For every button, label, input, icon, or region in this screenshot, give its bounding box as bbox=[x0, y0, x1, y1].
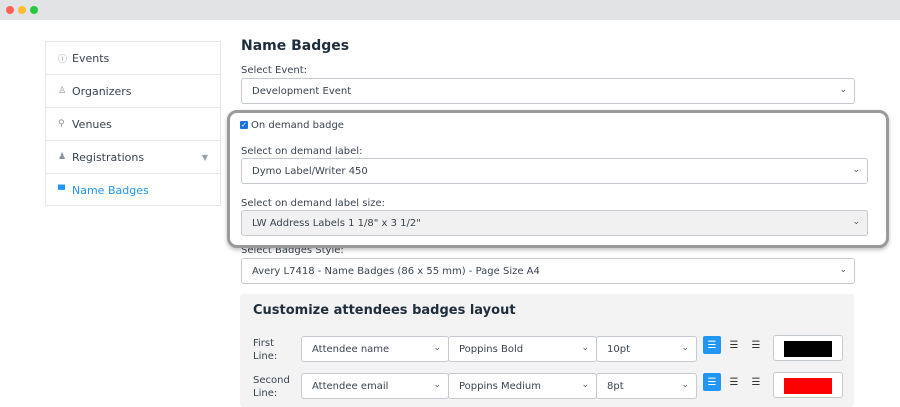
on-demand-size-label: Select on demand label size: bbox=[241, 198, 386, 209]
window-titlebar bbox=[0, 0, 900, 20]
second-line-font-select[interactable]: Poppins Medium ⌄ bbox=[448, 373, 597, 399]
color-swatch bbox=[784, 341, 832, 357]
badges-style-select[interactable]: Avery L7418 - Name Badges (86 x 55 mm) -… bbox=[241, 258, 855, 284]
second-line-font-value: Poppins Medium bbox=[459, 380, 541, 392]
on-demand-checkbox[interactable]: ✓ bbox=[240, 121, 248, 129]
chevron-down-icon: ⌄ bbox=[839, 85, 847, 95]
event-select-value: Development Event bbox=[252, 85, 352, 97]
sidebar-nav: ⓘ Events ♙ Organizers ⚲ Venues ♟ Registr… bbox=[45, 41, 221, 206]
chevron-down-icon: ⌄ bbox=[433, 380, 441, 390]
first-line-field-value: Attendee name bbox=[312, 343, 390, 355]
second-line-label: Second Line: bbox=[253, 375, 290, 399]
second-line-field-select[interactable]: Attendee email ⌄ bbox=[301, 373, 449, 399]
badge-layout-title: Customize attendees badges layout bbox=[253, 303, 516, 318]
chevron-down-icon: ⌄ bbox=[433, 343, 441, 353]
sidebar-item-label: Events bbox=[72, 51, 110, 65]
first-line-font-select[interactable]: Poppins Bold ⌄ bbox=[448, 336, 597, 362]
align-right-button[interactable]: ☰ bbox=[747, 336, 765, 354]
select-event-label: Select Event: bbox=[241, 65, 308, 76]
page-title: Name Badges bbox=[241, 38, 350, 54]
sidebar-item-organizers[interactable]: ♙ Organizers bbox=[46, 75, 220, 108]
on-demand-label: On demand badge bbox=[251, 120, 344, 131]
second-line-color-picker[interactable] bbox=[773, 372, 843, 398]
on-demand-label-select-label: Select on demand label: bbox=[241, 146, 363, 157]
user-icon: ♙ bbox=[58, 86, 67, 96]
event-select[interactable]: Development Event ⌄ bbox=[241, 78, 855, 104]
sidebar-item-registrations[interactable]: ♟ Registrations ▼ bbox=[46, 141, 220, 174]
sidebar-item-name-badges[interactable]: ▀ Name Badges bbox=[46, 174, 220, 207]
sidebar-item-events[interactable]: ⓘ Events bbox=[46, 42, 220, 75]
on-demand-size-select[interactable]: LW Address Labels 1 1/8" x 3 1/2" ⌄ bbox=[241, 210, 868, 236]
badges-style-value: Avery L7418 - Name Badges (86 x 55 mm) -… bbox=[252, 265, 540, 277]
first-line-size-select[interactable]: 10pt ⌄ bbox=[596, 336, 697, 362]
align-center-button[interactable]: ☰ bbox=[725, 336, 743, 354]
maximize-window-button[interactable] bbox=[30, 6, 38, 14]
first-line-font-value: Poppins Bold bbox=[459, 343, 524, 355]
users-icon: ♟ bbox=[58, 152, 67, 162]
on-demand-size-value: LW Address Labels 1 1/8" x 3 1/2" bbox=[252, 217, 421, 229]
align-left-button[interactable]: ☰ bbox=[703, 373, 721, 391]
chevron-down-icon: ⌄ bbox=[581, 380, 589, 390]
minimize-window-button[interactable] bbox=[18, 6, 26, 14]
chevron-down-icon: ⌄ bbox=[681, 343, 689, 353]
sidebar-item-label: Name Badges bbox=[72, 184, 149, 197]
on-demand-label-select[interactable]: Dymo Label/Writer 450 ⌄ bbox=[241, 158, 868, 184]
map-pin-icon: ⚲ bbox=[58, 119, 65, 129]
second-line-size-value: 8pt bbox=[607, 380, 624, 392]
chevron-down-icon: ⌄ bbox=[852, 165, 860, 175]
on-demand-label-value: Dymo Label/Writer 450 bbox=[252, 165, 368, 177]
printer-icon: ▀ bbox=[58, 185, 65, 196]
info-circle-icon: ⓘ bbox=[58, 54, 68, 65]
chevron-down-icon: ⌄ bbox=[852, 217, 860, 227]
first-line-size-value: 10pt bbox=[607, 343, 630, 355]
chevron-down-icon[interactable]: ▼ bbox=[202, 153, 208, 162]
chevron-down-icon: ⌄ bbox=[681, 380, 689, 390]
sidebar-item-label: Organizers bbox=[72, 84, 132, 98]
first-line-color-picker[interactable] bbox=[773, 335, 843, 361]
sidebar-item-label: Venues bbox=[72, 117, 112, 131]
first-line-label: First Line: bbox=[253, 338, 278, 362]
chevron-down-icon: ⌄ bbox=[581, 343, 589, 353]
close-window-button[interactable] bbox=[6, 6, 14, 14]
sidebar-item-label: Registrations bbox=[72, 150, 145, 164]
color-swatch bbox=[784, 378, 832, 394]
first-line-field-select[interactable]: Attendee name ⌄ bbox=[301, 336, 449, 362]
align-right-button[interactable]: ☰ bbox=[747, 373, 765, 391]
align-left-button[interactable]: ☰ bbox=[703, 336, 721, 354]
second-line-field-value: Attendee email bbox=[312, 380, 389, 392]
second-line-size-select[interactable]: 8pt ⌄ bbox=[596, 373, 697, 399]
sidebar-item-venues[interactable]: ⚲ Venues bbox=[46, 108, 220, 141]
chevron-down-icon: ⌄ bbox=[839, 265, 847, 275]
align-center-button[interactable]: ☰ bbox=[725, 373, 743, 391]
